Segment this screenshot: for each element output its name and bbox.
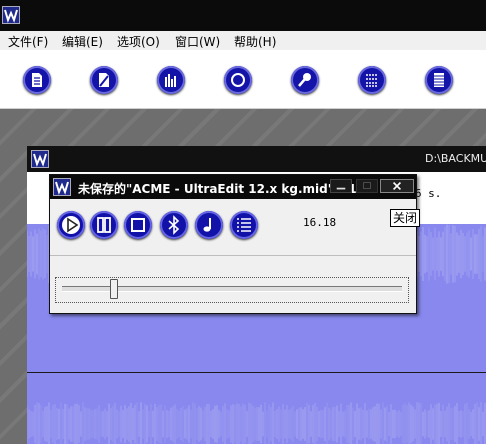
maximize-icon — [363, 182, 371, 189]
menu-options[interactable]: 选项(O) — [117, 33, 160, 50]
close-icon — [392, 181, 402, 191]
pause-icon — [97, 217, 111, 233]
record-icon[interactable] — [224, 66, 252, 94]
list-icon[interactable] — [358, 66, 386, 94]
minimize-icon — [336, 187, 346, 190]
seek-slider[interactable] — [55, 277, 409, 303]
bluetooth-icon — [168, 215, 180, 235]
music-note-button[interactable] — [195, 211, 223, 239]
close-tooltip: 关闭 — [390, 209, 421, 227]
stop-button[interactable] — [124, 211, 152, 239]
app-titlebar — [0, 0, 486, 31]
waveform-channel-divider — [27, 372, 486, 373]
microphone-icon[interactable] — [291, 66, 319, 94]
edit-icon[interactable] — [90, 66, 118, 94]
player-logo-icon[interactable] — [53, 178, 71, 196]
menu-edit[interactable]: 编辑(E) — [62, 33, 103, 50]
music-note-icon — [203, 218, 211, 232]
pause-button[interactable] — [90, 211, 118, 239]
player-titlebar[interactable]: 未保存的"ACME - UltraEdit 12.x kg.mid" #1 — [50, 175, 416, 199]
playlist-button[interactable] — [230, 211, 258, 239]
menu-bar: 文件(F) 编辑(E) 选项(O) 窗口(W) 帮助(H) — [0, 31, 486, 50]
wave-window-titlebar: D:\BACKMU — [27, 146, 486, 172]
player-divider — [50, 255, 416, 256]
equalizer-icon[interactable] — [157, 66, 185, 94]
maximize-button[interactable] — [356, 179, 378, 193]
new-file-icon[interactable] — [23, 66, 51, 94]
seek-thumb[interactable] — [110, 279, 118, 299]
toolbar — [0, 50, 486, 109]
bluetooth-button[interactable] — [160, 211, 188, 239]
menu-file[interactable]: 文件(F) — [8, 33, 48, 50]
player-title: 未保存的"ACME - UltraEdit 12.x kg.mid" #1 — [78, 182, 357, 196]
close-button[interactable] — [380, 179, 414, 193]
stop-icon — [131, 218, 145, 232]
play-button[interactable] — [57, 211, 85, 239]
wave-window-title: D:\BACKMU — [425, 152, 486, 165]
menu-window[interactable]: 窗口(W) — [175, 33, 220, 50]
player-window: 未保存的"ACME - UltraEdit 12.x kg.mid" #1 16… — [49, 174, 417, 314]
playback-counter: 16.18 — [303, 216, 337, 229]
wave-window-logo-icon[interactable] — [31, 150, 49, 168]
minimize-button[interactable] — [330, 179, 352, 193]
app-logo-icon[interactable] — [2, 6, 20, 24]
play-icon — [62, 216, 80, 234]
playlist-icon — [237, 218, 251, 232]
grid-icon[interactable] — [425, 66, 453, 94]
menu-help[interactable]: 帮助(H) — [234, 33, 276, 50]
